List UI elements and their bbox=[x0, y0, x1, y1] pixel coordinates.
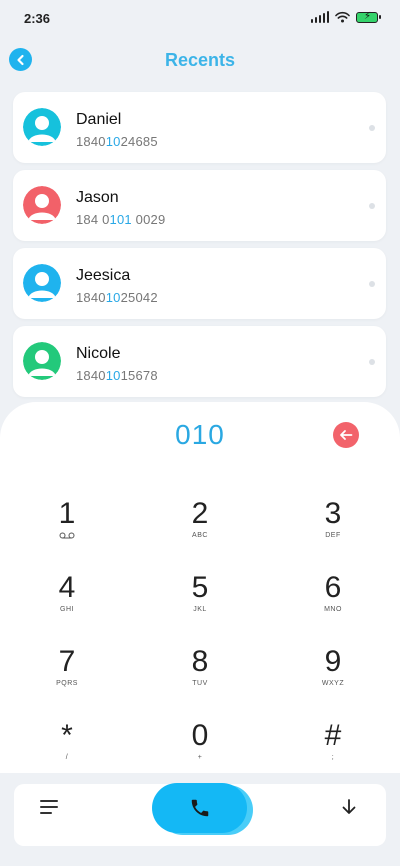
key-star[interactable]: * / bbox=[22, 719, 112, 779]
avatar bbox=[23, 108, 61, 146]
status-time: 2:36 bbox=[24, 11, 51, 26]
page-title: Recents bbox=[164, 50, 236, 70]
contact-card[interactable]: Nicole 18401015678 bbox=[13, 326, 386, 397]
contact-card[interactable]: Daniel 18401024685 bbox=[13, 92, 386, 163]
person-icon bbox=[23, 264, 61, 302]
delete-button[interactable] bbox=[333, 422, 359, 448]
arrow-left-icon bbox=[340, 430, 353, 440]
avatar bbox=[23, 264, 61, 302]
battery-icon: ⚡ bbox=[356, 10, 381, 23]
charging-bolt-icon: ⚡ bbox=[364, 10, 372, 22]
contact-name: Jason bbox=[76, 189, 119, 206]
bottom-bar bbox=[0, 773, 400, 866]
key-6[interactable]: 6 MNO bbox=[288, 571, 378, 631]
person-icon bbox=[23, 186, 61, 224]
key-3[interactable]: 3 DEF bbox=[288, 497, 378, 557]
signal-icon bbox=[311, 11, 329, 23]
avatar bbox=[23, 342, 61, 380]
contact-card[interactable]: Jason 184 0101 0029 bbox=[13, 170, 386, 241]
person-icon bbox=[23, 108, 61, 146]
key-9[interactable]: 9 WXYZ bbox=[288, 645, 378, 705]
wifi-icon bbox=[335, 11, 350, 23]
voicemail-icon bbox=[59, 532, 75, 539]
contact-card[interactable]: Jeesica 18401025042 bbox=[13, 248, 386, 319]
header: Recents bbox=[0, 44, 400, 78]
key-7[interactable]: 7 PQRS bbox=[22, 645, 112, 705]
arrow-down-icon bbox=[342, 799, 356, 814]
call-button[interactable] bbox=[152, 783, 247, 833]
contact-number: 18401015678 bbox=[76, 368, 158, 383]
more-options-dot[interactable] bbox=[369, 203, 375, 209]
menu-icon[interactable] bbox=[40, 800, 60, 814]
more-options-dot[interactable] bbox=[369, 359, 375, 365]
status-bar: 2:36 ⚡ bbox=[0, 0, 400, 36]
phone-screen: 2:36 ⚡ Recents Daniel 18401024685 Jason … bbox=[0, 0, 400, 866]
key-5[interactable]: 5 JKL bbox=[155, 571, 245, 631]
phone-icon bbox=[191, 799, 208, 817]
contact-name: Jeesica bbox=[76, 267, 131, 284]
key-8[interactable]: 8 TUV bbox=[155, 645, 245, 705]
avatar bbox=[23, 186, 61, 224]
status-icons: ⚡ bbox=[311, 10, 381, 23]
contact-number: 18401024685 bbox=[76, 134, 158, 149]
key-4[interactable]: 4 GHI bbox=[22, 571, 112, 631]
contact-name: Nicole bbox=[76, 345, 121, 362]
key-0[interactable]: 0 + bbox=[155, 719, 245, 779]
person-icon bbox=[23, 342, 61, 380]
collapse-keypad-button[interactable] bbox=[339, 797, 359, 817]
contact-number: 184 0101 0029 bbox=[76, 212, 166, 227]
more-options-dot[interactable] bbox=[369, 281, 375, 287]
key-2[interactable]: 2 ABC bbox=[155, 497, 245, 557]
more-options-dot[interactable] bbox=[369, 125, 375, 131]
contact-number: 18401025042 bbox=[76, 290, 158, 305]
contact-list: Daniel 18401024685 Jason 184 0101 0029 J… bbox=[13, 92, 386, 404]
key-hash[interactable]: # ; bbox=[288, 719, 378, 779]
key-1[interactable]: 1 bbox=[22, 497, 112, 557]
contact-name: Daniel bbox=[76, 111, 122, 128]
